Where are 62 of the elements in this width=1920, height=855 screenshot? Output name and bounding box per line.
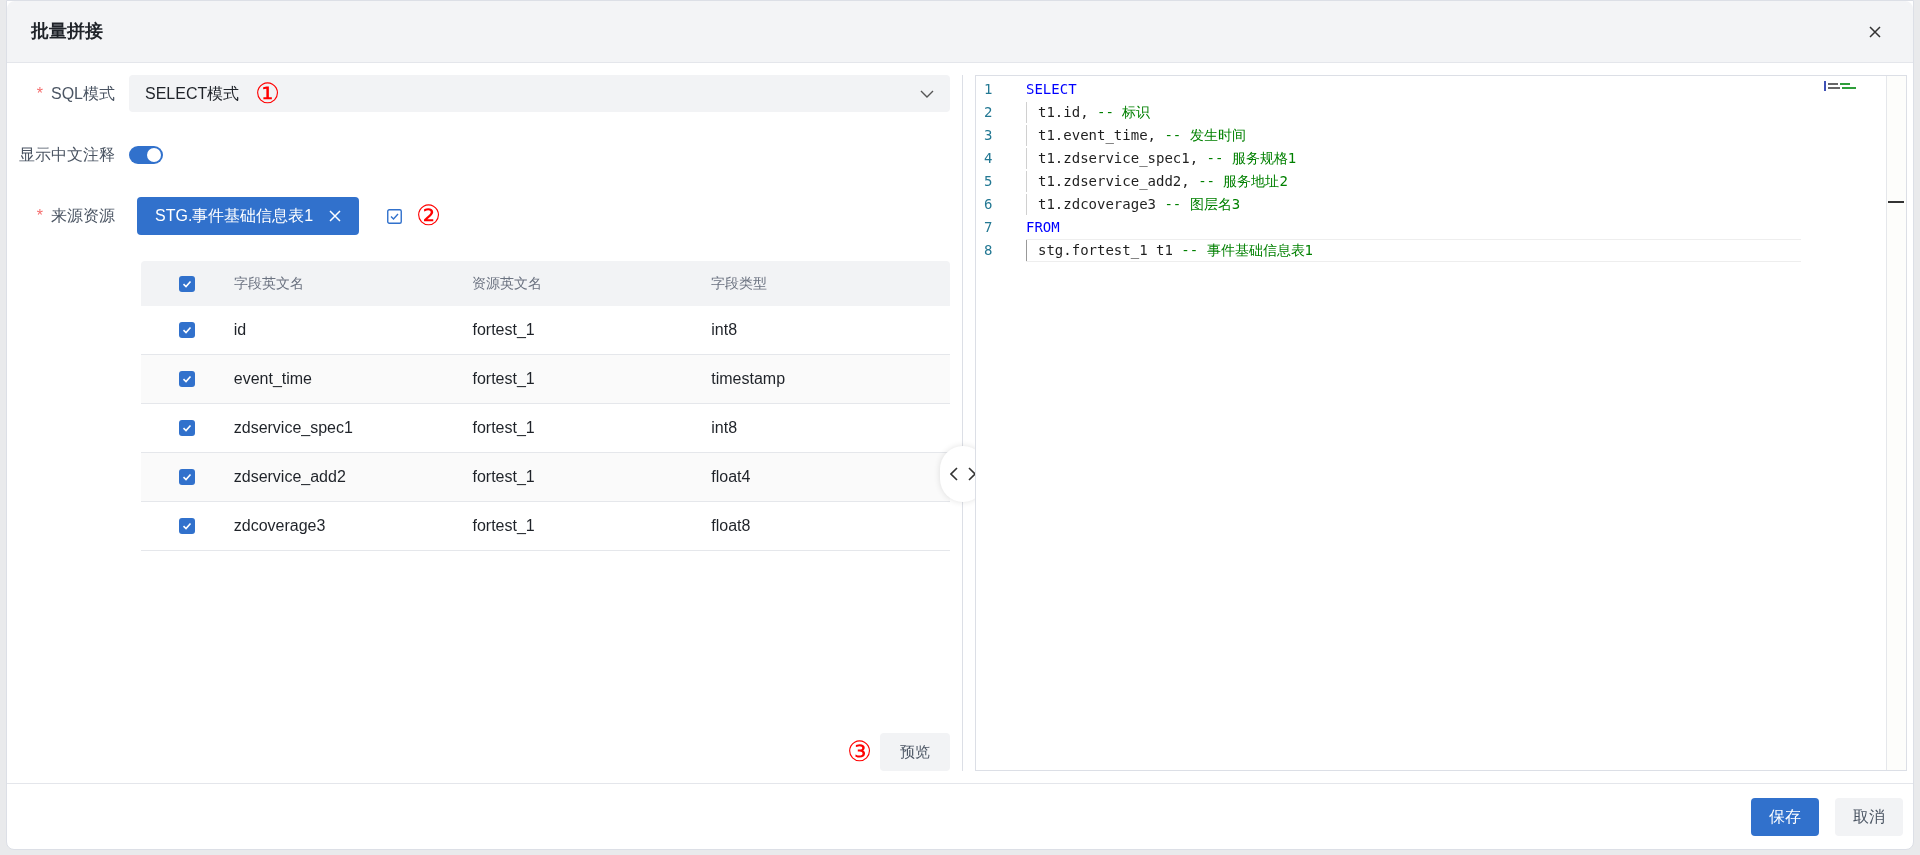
chevron-right-icon[interactable] <box>968 467 976 481</box>
dialog-title: 批量拼接 <box>31 20 103 43</box>
scrollbar-thumb[interactable] <box>1888 201 1904 203</box>
line-number: 3 <box>983 126 994 145</box>
annotation-number: ① <box>255 79 281 108</box>
code-line: t1.zdservice_add2, -- 服务地址2 <box>1038 172 1288 192</box>
code-line: t1.id, -- 标识 <box>1038 103 1151 122</box>
line-number: 1 <box>983 80 994 99</box>
code-line: t1.event_time, -- 发生时间 <box>1038 126 1246 146</box>
column-header: 字段英文名 <box>233 275 304 291</box>
source-tag[interactable]: STG.事件基础信息表1 <box>137 197 360 235</box>
chevron-down-icon <box>920 89 934 98</box>
select-value: SELECT模式 <box>145 83 240 104</box>
table-cell: timestamp <box>711 370 786 387</box>
preview-button[interactable]: 预览 <box>880 733 950 771</box>
annotation-number: ③ <box>847 738 872 766</box>
table-cell: zdcoverage3 <box>233 517 326 534</box>
required-mark: * <box>36 83 43 104</box>
cancel-button[interactable]: 取消 <box>1835 797 1903 836</box>
table-cell: int8 <box>711 321 738 338</box>
table-cell: int8 <box>711 419 738 436</box>
checkbox[interactable] <box>179 371 196 387</box>
column-header: 资源英文名 <box>472 275 543 291</box>
checkbox-icon[interactable] <box>387 208 403 224</box>
annotation-number: ② <box>416 202 442 230</box>
line-number: 4 <box>983 149 994 168</box>
table-cell: fortest_1 <box>472 321 535 338</box>
table-cell: float8 <box>711 517 751 534</box>
column-header: 字段类型 <box>711 275 768 291</box>
code-line: t1.zdservice_spec1, -- 服务规格1 <box>1038 149 1297 169</box>
table-cell: fortest_1 <box>472 419 535 436</box>
code-line: FROM <box>1026 218 1060 237</box>
checkbox[interactable] <box>179 322 196 338</box>
sql-mode-select[interactable]: SELECT模式 ① <box>129 75 950 112</box>
code-editor[interactable]: 1 SELECT 2 t1.id, -- 标识 3 t1.event_time, -- 发生时间 4 t1.zdservice_spec1, -- 服务规格1 5 t1.zdservice_add2, -- 服务地址2 6 t1.zdcoverage3 -- 图层名3 7 FROM 8 stg.fortest_1 t1 -- 事件基础信息表1 <box>975 75 1907 771</box>
line-number: 6 <box>983 195 994 214</box>
required-mark: * <box>36 206 43 226</box>
checkbox[interactable] <box>179 420 196 436</box>
table-cell: fortest_1 <box>472 517 535 534</box>
field-label: 来源资源 <box>51 206 115 226</box>
chevron-left-icon[interactable] <box>950 467 958 481</box>
code-line: stg.fortest_1 t1 -- 事件基础信息表1 <box>1038 241 1313 261</box>
code-line: t1.zdcoverage3 -- 图层名3 <box>1038 195 1241 214</box>
line-number: 5 <box>983 172 994 191</box>
line-number: 7 <box>983 218 994 237</box>
table-cell: event_time <box>233 370 312 387</box>
save-button[interactable]: 保存 <box>1751 797 1819 836</box>
line-number: 8 <box>983 241 994 260</box>
table-cell: fortest_1 <box>472 468 535 485</box>
checkbox[interactable] <box>179 275 196 292</box>
table-cell: zdservice_add2 <box>233 468 346 485</box>
table-cell: fortest_1 <box>472 370 535 387</box>
table-cell: float4 <box>711 468 751 485</box>
checkbox[interactable] <box>179 469 196 485</box>
table-cell: id <box>233 321 247 338</box>
field-label: 显示中文注释 <box>19 144 115 165</box>
code-line: SELECT <box>1026 80 1077 99</box>
table-cell: zdservice_spec1 <box>233 419 353 436</box>
toggle-switch[interactable] <box>129 145 163 164</box>
checkbox[interactable] <box>179 518 196 534</box>
field-label: SQL模式 <box>51 83 115 104</box>
line-number: 2 <box>983 103 994 122</box>
